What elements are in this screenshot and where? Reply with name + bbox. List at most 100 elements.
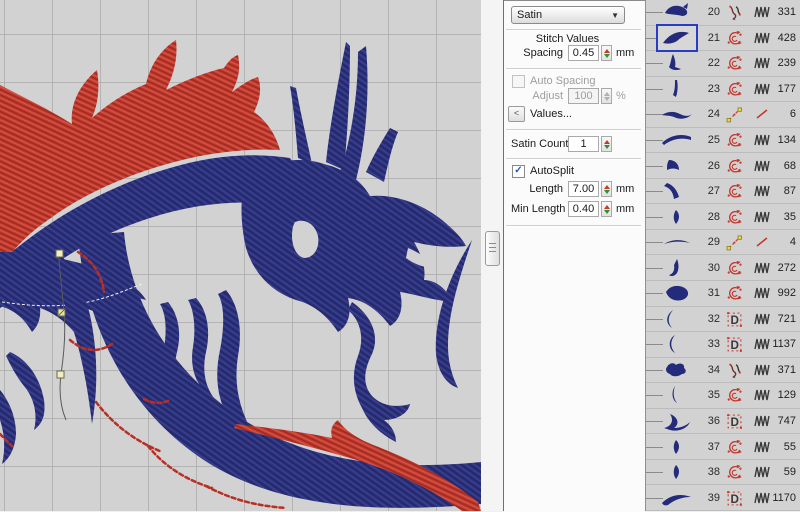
satin-stitch-type-icon[interactable] — [726, 209, 744, 225]
object-number: 34 — [698, 364, 720, 376]
autosplit-checkbox[interactable]: ✓ — [512, 165, 525, 178]
spacing-input[interactable]: 0.45 — [568, 45, 599, 61]
object-list-row[interactable]: 20 331 — [646, 0, 800, 26]
adjust-spinner[interactable] — [601, 88, 612, 104]
satin-count-spinner[interactable] — [601, 136, 612, 152]
object-thumbnail[interactable] — [658, 102, 696, 126]
object-list-row[interactable]: 31 992 — [646, 281, 800, 307]
satin-count-input[interactable]: 1 — [568, 136, 599, 152]
object-list-row[interactable]: 26 68 — [646, 153, 800, 179]
stitch-type-value: Satin — [517, 9, 542, 21]
values-button-label[interactable]: Values... — [530, 108, 572, 120]
svg-text:D: D — [730, 492, 738, 505]
run-stitch-type-icon[interactable] — [726, 234, 744, 250]
stitch-type-dropdown[interactable]: Satin ▼ — [511, 6, 625, 24]
object-thumbnail[interactable] — [658, 128, 696, 152]
satin-count-row: Satin Count 1 — [511, 136, 612, 152]
object-thumbnail[interactable] — [658, 486, 696, 510]
length-spinner[interactable] — [601, 181, 612, 197]
object-thumbnail[interactable] — [658, 460, 696, 484]
dragon-spike-small-right — [366, 128, 398, 182]
fill-stitch-type-icon[interactable]: D — [726, 490, 744, 506]
object-list-row[interactable]: 23 177 — [646, 77, 800, 103]
object-thumbnail[interactable] — [658, 358, 696, 382]
values-collapse-button[interactable]: < — [508, 106, 525, 122]
satin-stitch-type-icon[interactable] — [726, 439, 744, 455]
object-list-row[interactable]: 30 272 — [646, 255, 800, 281]
object-thumbnail[interactable] — [658, 281, 696, 305]
satin-stitch-type-icon[interactable] — [726, 30, 744, 46]
object-thumbnail[interactable] — [658, 0, 696, 24]
fill-stitch-type-icon[interactable]: D — [726, 311, 744, 327]
object-list-row[interactable]: 35 129 — [646, 383, 800, 409]
design-canvas[interactable] — [0, 0, 481, 511]
object-number: 36 — [698, 415, 720, 427]
satin-stitch-type-icon[interactable] — [726, 81, 744, 97]
spacing-row: Spacing 0.45 mm — [511, 45, 634, 61]
object-list-row[interactable]: 27 87 — [646, 179, 800, 205]
adjust-input[interactable]: 100 — [568, 88, 599, 104]
stitch-count: 331 — [762, 6, 796, 18]
fill-stitch-type-icon[interactable]: D — [726, 413, 744, 429]
node-handle-1[interactable] — [56, 250, 63, 257]
object-thumbnail[interactable] — [658, 26, 696, 50]
object-thumbnail[interactable] — [658, 51, 696, 75]
branch-stitch-type-icon[interactable] — [726, 362, 744, 378]
autosplit-label: AutoSplit — [530, 165, 574, 177]
object-thumbnail[interactable] — [658, 205, 696, 229]
object-list-row[interactable]: 34 371 — [646, 358, 800, 384]
min-length-spinner[interactable] — [601, 201, 612, 217]
satin-stitch-type-icon[interactable] — [726, 285, 744, 301]
satin-stitch-type-icon[interactable] — [726, 387, 744, 403]
fill-stitch-type-icon[interactable]: D — [726, 336, 744, 352]
divider — [506, 225, 641, 227]
dragon-design — [0, 0, 481, 511]
satin-stitch-type-icon[interactable] — [726, 132, 744, 148]
object-list-row[interactable]: 36 D 747 — [646, 409, 800, 435]
object-number: 28 — [698, 211, 720, 223]
object-thumbnail[interactable] — [658, 256, 696, 280]
splitter-drag-handle[interactable] — [485, 231, 500, 266]
min-length-input[interactable]: 0.40 — [568, 201, 599, 217]
object-number: 37 — [698, 441, 720, 453]
stitch-count: 6 — [762, 108, 796, 120]
object-list-row[interactable]: 25 134 — [646, 128, 800, 154]
object-list-row[interactable]: 21 428 — [646, 26, 800, 52]
length-input[interactable]: 7.00 — [568, 181, 599, 197]
object-thumbnail[interactable] — [658, 230, 696, 254]
chevron-down-icon: ▼ — [611, 11, 619, 20]
object-list-row[interactable]: 28 35 — [646, 204, 800, 230]
object-thumbnail[interactable] — [658, 77, 696, 101]
stitch-count: 4 — [762, 236, 796, 248]
object-thumbnail[interactable] — [658, 179, 696, 203]
auto-spacing-row: Auto Spacing — [512, 74, 595, 88]
object-list-row[interactable]: 32 D 721 — [646, 307, 800, 333]
object-list-row[interactable]: 38 59 — [646, 460, 800, 486]
object-thumbnail[interactable] — [658, 154, 696, 178]
satin-stitch-type-icon[interactable] — [726, 183, 744, 199]
object-list-row[interactable]: 29 4 — [646, 230, 800, 256]
svg-text:D: D — [730, 339, 738, 352]
spacing-spinner[interactable] — [601, 45, 612, 61]
object-list-row[interactable]: 39 D 1170 — [646, 485, 800, 511]
object-thumbnail[interactable] — [658, 409, 696, 433]
object-thumbnail[interactable] — [658, 383, 696, 407]
dragon-tongue — [348, 302, 410, 442]
satin-stitch-type-icon[interactable] — [726, 158, 744, 174]
object-thumbnail[interactable] — [658, 307, 696, 331]
object-list-row[interactable]: 24 6 — [646, 102, 800, 128]
object-thumbnail[interactable] — [658, 435, 696, 459]
run-stitch-type-icon[interactable] — [726, 106, 744, 122]
branch-stitch-type-icon[interactable] — [726, 4, 744, 20]
satin-stitch-type-icon[interactable] — [726, 55, 744, 71]
object-number: 24 — [698, 108, 720, 120]
satin-stitch-type-icon[interactable] — [726, 260, 744, 276]
object-list-row[interactable]: 22 239 — [646, 51, 800, 77]
object-list-row[interactable]: 33 D 1137 — [646, 332, 800, 358]
node-handle-3[interactable] — [57, 371, 64, 378]
satin-stitch-type-icon[interactable] — [726, 464, 744, 480]
object-thumbnail[interactable] — [658, 332, 696, 356]
auto-spacing-checkbox[interactable] — [512, 75, 525, 88]
stitch-count: 721 — [762, 313, 796, 325]
object-list-row[interactable]: 37 55 — [646, 434, 800, 460]
